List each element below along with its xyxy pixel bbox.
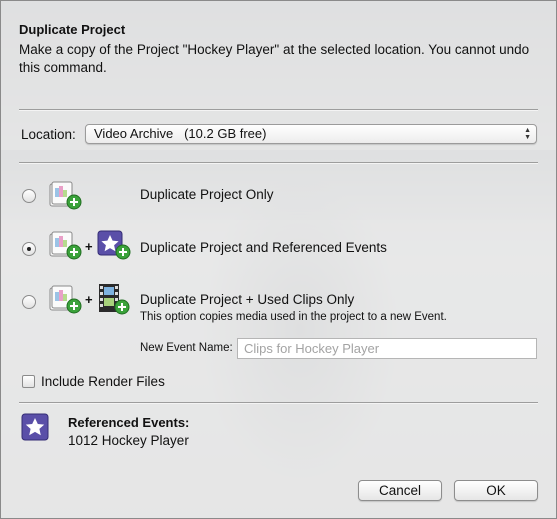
option-label-used-clips: Duplicate Project + Used Clips Only	[140, 292, 355, 307]
new-event-name-input[interactable]	[237, 338, 537, 359]
event-icon	[97, 230, 131, 260]
project-icon	[49, 231, 82, 260]
location-label: Location:	[21, 127, 76, 142]
ok-button[interactable]: OK	[454, 480, 538, 501]
project-icon	[49, 181, 82, 210]
plus-sign: +	[85, 292, 93, 307]
popup-arrows-icon: ▲ ▼	[524, 127, 531, 141]
event-icon	[21, 413, 49, 441]
radio-duplicate-project-only[interactable]	[22, 189, 36, 203]
project-icon	[49, 285, 82, 314]
dialog-description: Make a copy of the Project "Hockey Playe…	[19, 42, 530, 75]
option-note-used-clips: This option copies media used in the pro…	[140, 311, 447, 323]
include-render-files-label: Include Render Files	[41, 374, 165, 389]
location-popup[interactable]: Video Archive (10.2 GB free) ▲ ▼	[85, 124, 537, 144]
duplicate-project-sheet: Duplicate Project Make a copy of the Pro…	[0, 0, 557, 519]
separator-top	[19, 109, 538, 111]
plus-sign: +	[85, 239, 93, 254]
film-clip-icon	[99, 284, 130, 315]
dialog-title: Duplicate Project	[19, 22, 126, 37]
referenced-events-title: Referenced Events:	[68, 415, 190, 430]
option-label-project-only: Duplicate Project Only	[140, 187, 274, 202]
referenced-event-name: 1012 Hockey Player	[68, 433, 189, 448]
radio-duplicate-project-and-events[interactable]	[22, 242, 36, 256]
location-value: Video Archive (10.2 GB free)	[94, 126, 267, 141]
include-render-files-checkbox[interactable]	[22, 375, 35, 388]
new-event-name-label: New Event Name:	[140, 342, 233, 354]
cancel-button[interactable]: Cancel	[358, 480, 442, 501]
radio-duplicate-project-used-clips[interactable]	[22, 295, 36, 309]
separator-options	[19, 162, 538, 164]
option-label-project-and-events: Duplicate Project and Referenced Events	[140, 240, 387, 255]
separator-referenced	[19, 402, 538, 404]
